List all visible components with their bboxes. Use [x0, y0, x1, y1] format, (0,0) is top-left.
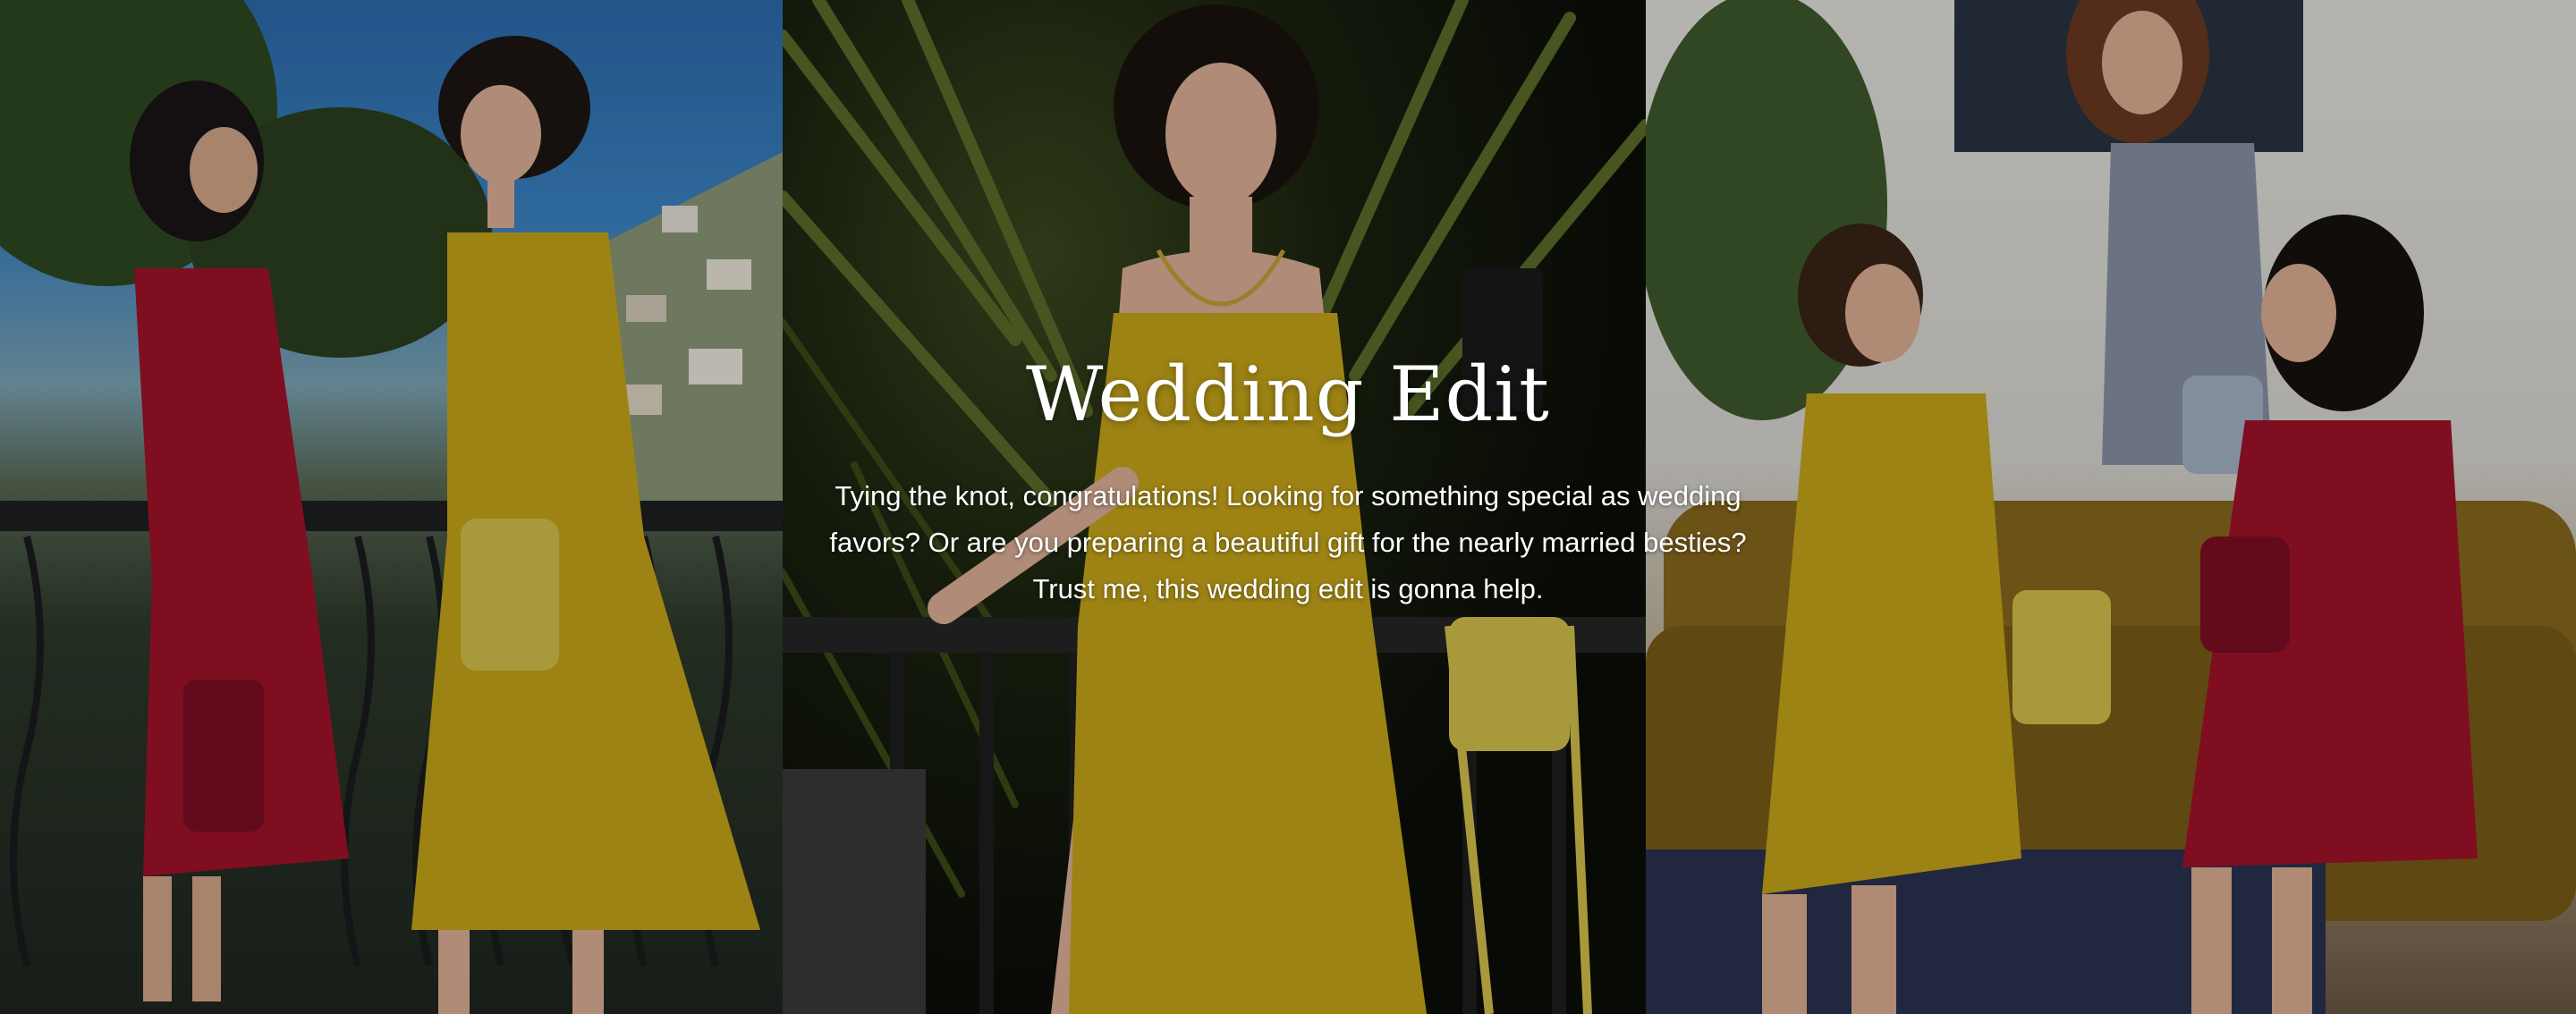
hero-description-line: favors? Or are you preparing a beautiful…: [829, 527, 1747, 559]
hero-copy: Wedding Edit Tying the knot, congratulat…: [769, 353, 1807, 613]
hero-description-line: Tying the knot, congratulations! Looking…: [835, 480, 1741, 512]
photo-balcony-two-models: [0, 0, 783, 1014]
wedding-edit-hero: Wedding Edit Tying the knot, congratulat…: [0, 0, 2576, 1014]
hero-description: Tying the knot, congratulations! Looking…: [769, 473, 1807, 613]
hero-description-line: Trust me, this wedding edit is gonna hel…: [1032, 573, 1544, 605]
hero-title: Wedding Edit: [1026, 351, 1550, 438]
